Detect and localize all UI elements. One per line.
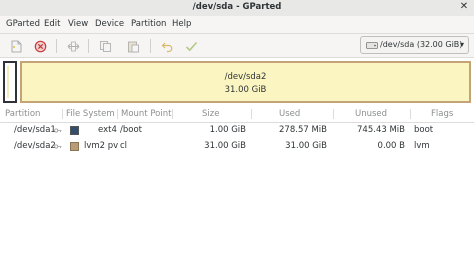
cell-mount-point: cl	[120, 141, 128, 151]
cell-file-system: ext4	[98, 125, 117, 135]
column-divider	[117, 109, 118, 119]
cell-size: 1.00 GiB	[209, 125, 246, 135]
menu-edit[interactable]: Edit	[44, 16, 60, 33]
column-header-flags[interactable]: Flags	[431, 106, 453, 122]
key-icon	[54, 144, 62, 149]
new-partition-button[interactable]	[7, 37, 25, 55]
apply-button[interactable]	[182, 37, 200, 55]
column-header-unused[interactable]: Unused	[355, 106, 387, 122]
disk-segment-used-fill	[7, 66, 9, 98]
cell-unused: 745.43 MiB	[357, 125, 405, 135]
window-title: /dev/sda - GParted	[192, 2, 282, 12]
table-row[interactable]: /dev/sda1 ext4 /boot 1.00 GiB 278.57 MiB…	[0, 122, 474, 139]
menu-device[interactable]: Device	[95, 16, 124, 33]
partition-table-header: Partition File System Mount Point Size U…	[0, 106, 474, 123]
paste-button[interactable]	[124, 37, 142, 55]
filesystem-color-swatch	[70, 126, 79, 135]
key-icon	[54, 128, 62, 133]
toolbar-separator	[56, 39, 57, 53]
device-selector[interactable]: /dev/sda (32.00 GiB) ▾	[360, 36, 469, 54]
column-divider	[333, 109, 334, 119]
copy-button[interactable]	[96, 37, 114, 55]
column-header-size[interactable]: Size	[202, 106, 219, 122]
column-divider	[172, 109, 173, 119]
resize-move-button[interactable]	[64, 37, 82, 55]
cell-partition: /dev/sda1	[14, 125, 56, 135]
menu-view[interactable]: View	[68, 16, 88, 33]
column-header-file-system[interactable]: File System	[66, 106, 115, 122]
column-divider	[62, 109, 63, 119]
column-divider	[251, 109, 252, 119]
menu-bar: GParted Edit View Device Partition Help	[0, 16, 474, 34]
menu-partition[interactable]: Partition	[131, 16, 166, 33]
disk-segment-name: /dev/sda2	[224, 72, 267, 82]
menu-gparted[interactable]: GParted	[6, 16, 40, 33]
disk-segment-sda1[interactable]	[3, 61, 17, 103]
cell-flags: boot	[414, 125, 434, 135]
cell-size: 31.00 GiB	[204, 141, 246, 151]
column-header-used[interactable]: Used	[279, 106, 300, 122]
cell-used: 278.57 MiB	[279, 125, 327, 135]
close-icon[interactable]: ✕	[458, 1, 470, 13]
cell-file-system: lvm2 pv	[84, 141, 119, 151]
undo-icon	[161, 42, 172, 52]
hard-disk-icon	[366, 42, 378, 49]
device-selector-label: /dev/sda (32.00 GiB)	[380, 40, 463, 49]
toolbar-separator	[88, 39, 89, 53]
resize-move-icon	[67, 41, 79, 51]
table-row[interactable]: /dev/sda2 lvm2 pv cl 31.00 GiB 31.00 GiB…	[0, 138, 474, 155]
toolbar-separator	[150, 39, 151, 53]
menu-help[interactable]: Help	[172, 16, 191, 33]
disk-map: /dev/sda2 31.00 GiB	[3, 61, 471, 103]
paste-icon	[127, 41, 139, 52]
delete-icon	[34, 40, 46, 52]
delete-partition-button[interactable]	[31, 37, 49, 55]
filesystem-color-swatch	[70, 142, 79, 151]
disk-segment-sda2[interactable]: /dev/sda2 31.00 GiB	[20, 61, 471, 103]
cell-partition: /dev/sda2	[14, 141, 56, 151]
new-icon	[11, 40, 22, 52]
chevron-down-icon: ▾	[459, 40, 464, 49]
cell-unused: 0.00 B	[377, 141, 405, 151]
apply-icon	[185, 41, 197, 51]
undo-button[interactable]	[158, 37, 176, 55]
cell-mount-point: /boot	[120, 125, 142, 135]
column-header-mount-point[interactable]: Mount Point	[121, 106, 171, 122]
column-divider	[410, 109, 411, 119]
column-header-partition[interactable]: Partition	[5, 106, 40, 122]
title-bar: /dev/sda - GParted ✕	[0, 0, 474, 17]
cell-flags: lvm	[414, 141, 430, 151]
disk-segment-size: 31.00 GiB	[224, 85, 267, 95]
copy-icon	[99, 40, 111, 52]
cell-used: 31.00 GiB	[285, 141, 327, 151]
